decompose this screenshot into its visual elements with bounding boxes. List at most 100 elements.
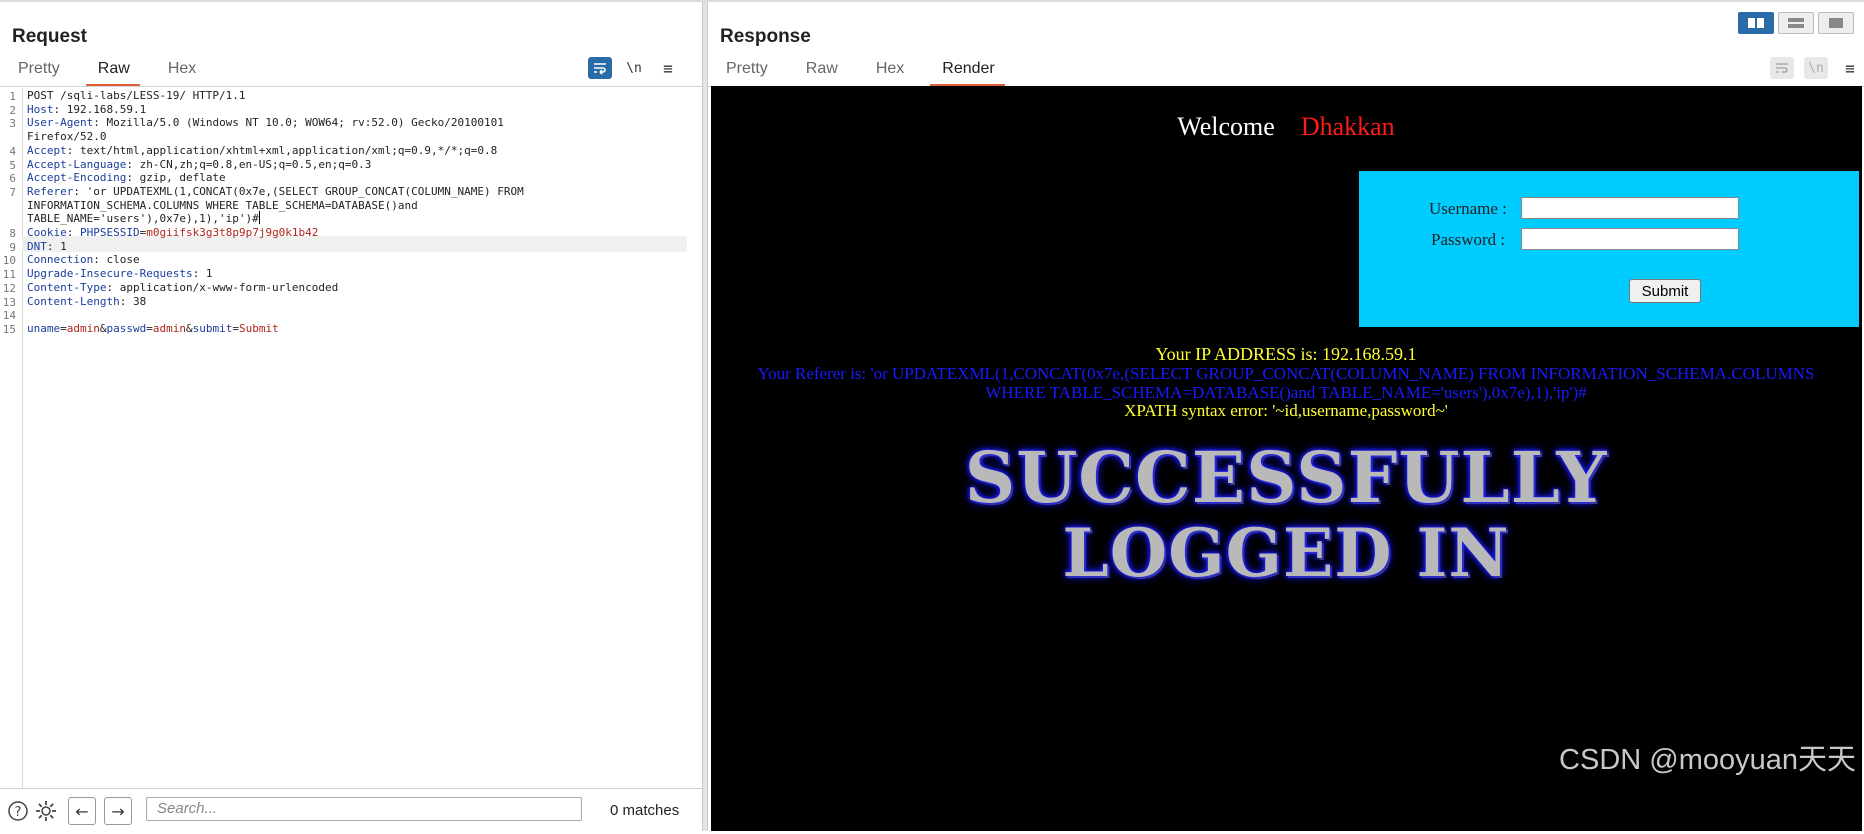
request-title: Request (12, 26, 87, 47)
line-number: 15 (2, 322, 16, 336)
header-key: Cookie (27, 226, 67, 239)
wrap-icon[interactable] (588, 57, 612, 79)
search-input[interactable]: Search... (146, 797, 582, 821)
response-title: Response (720, 26, 811, 47)
code-line: uname=admin&passwd=admin&submit=Submit (27, 321, 279, 337)
success-banner-line1: SUCCESSFULLY (964, 436, 1608, 519)
back-arrow-icon[interactable]: ← (68, 797, 96, 825)
response-pane: Response Pretty Raw Hex Render \n ≡ Welc… (708, 2, 1864, 831)
tab-raw[interactable]: Raw (794, 58, 848, 84)
submit-button[interactable]: Submit (1629, 279, 1701, 303)
request-editor[interactable]: 1 POST /sqli-labs/LESS-19/ HTTP/1.1 2 Host:… (0, 88, 702, 788)
param-separator: & (186, 321, 193, 335)
request-search-bar: ? ← → Search... 0 matches (0, 788, 702, 834)
xpath-error-line: XPATH syntax error: '~id,username,passwo… (1124, 401, 1448, 420)
success-banner-line2: LOGGED IN (1062, 514, 1510, 592)
line-number: 10 (2, 254, 16, 268)
request-tabs: Pretty Raw Hex (6, 58, 222, 87)
user-name: Dhakkan (1300, 112, 1395, 141)
request-toolbar: \n ≡ (588, 57, 680, 79)
param-value: admin (152, 321, 186, 335)
request-pane: Request Pretty Raw Hex \n ≡ 1 POST /sqli-… (0, 2, 702, 834)
header-key: Accept-Encoding (27, 171, 127, 185)
param-equals: = (232, 321, 239, 335)
code-text: INFORMATION_SCHEMA.COLUMNS WHERE TABLE_S… (27, 198, 418, 212)
layout-toggle (1738, 12, 1854, 34)
header-value: : gzip, deflate (126, 171, 226, 185)
password-label: Password : (1431, 230, 1506, 249)
header-key: Content-Length (27, 294, 120, 308)
param-value: Submit (239, 321, 279, 335)
header-value: : zh-CN,zh;q=0.8,en-US;q=0.5,en;q=0.3 (126, 157, 372, 171)
ip-address-line: Your IP ADDRESS is: 192.168.59.1 (1155, 344, 1417, 364)
line-number: 13 (2, 295, 16, 309)
line-number: 1 (9, 90, 16, 103)
layout-side-by-side-icon[interactable] (1738, 12, 1774, 34)
param-value: admin (66, 321, 100, 335)
header-value: : 192.168.59.1 (53, 102, 147, 116)
menu-icon[interactable]: ≡ (656, 57, 680, 79)
header-value: : Mozilla/5.0 (Windows NT 10.0; WOW64; r… (93, 116, 504, 130)
line-number: 3 (9, 117, 16, 131)
header-key: Referer (27, 184, 74, 198)
tab-pretty[interactable]: Pretty (6, 58, 70, 84)
tab-render[interactable]: Render (930, 58, 1005, 87)
header-value: : 1 (46, 239, 67, 253)
header-value: : 38 (119, 294, 147, 308)
login-form: Username : Password : Submit (1359, 171, 1859, 327)
password-input[interactable] (1521, 228, 1739, 250)
header-key: Upgrade-Insecure-Requests (27, 267, 193, 281)
tab-pretty[interactable]: Pretty (714, 58, 778, 84)
line-number: 12 (2, 281, 16, 295)
line-number: 7 (9, 185, 16, 199)
header-key: Connection (27, 253, 94, 267)
code-text: TABLE_NAME='users'),0x7e),1),'ip')# (27, 212, 259, 226)
svg-text:?: ? (15, 805, 22, 820)
line-number: 6 (9, 172, 16, 186)
param-equals: = (146, 321, 153, 335)
newline-icon: \n (1804, 57, 1828, 79)
param-key: passwd (106, 321, 147, 335)
param-separator: & (99, 321, 107, 335)
tabs-divider (0, 86, 702, 87)
line-number: 5 (9, 158, 16, 172)
header-value: : text/html,application/xhtml+xml,applic… (66, 143, 498, 157)
code-text: Firefox/52.0 (27, 130, 107, 144)
match-count: 0 matches (610, 802, 680, 819)
tab-hex[interactable]: Hex (156, 58, 206, 84)
code-text: POST /sqli-labs/LESS-19/ HTTP/1.1 (27, 89, 246, 102)
line-number: 4 (9, 144, 16, 158)
header-key: Accept (27, 143, 67, 157)
param-key: submit (192, 321, 233, 335)
forward-arrow-icon[interactable]: → (104, 797, 132, 825)
line-number: 9 (9, 240, 16, 254)
line-number: 11 (2, 268, 16, 282)
layout-single-icon[interactable] (1818, 12, 1854, 34)
header-key: Accept-Language (27, 157, 127, 171)
line-number: 14 (2, 309, 16, 323)
welcome-text: Welcome (1177, 112, 1275, 141)
code-line: Cookie: PHPSESSID=m0giifsk3g3t8p9p7j9g0k… (27, 225, 318, 241)
cookie-value: m0giifsk3g3t8p9p7j9g0k1b42 (146, 226, 319, 239)
header-key: Content-Type (27, 280, 107, 294)
code-line: Content-Length: 38 (27, 294, 146, 310)
text-caret (258, 211, 260, 225)
csdn-watermark: CSDN @mooyuan天天 (1559, 744, 1856, 776)
newline-icon[interactable]: \n (622, 57, 646, 79)
username-input[interactable] (1521, 197, 1739, 219)
menu-icon[interactable]: ≡ (1838, 57, 1862, 79)
param-equals: = (60, 321, 67, 335)
help-icon[interactable]: ? (6, 799, 30, 823)
tab-raw[interactable]: Raw (85, 58, 140, 87)
layout-stacked-icon[interactable] (1778, 12, 1814, 34)
header-value: : application/x-www-form-urlencoded (106, 280, 339, 294)
line-number: 8 (9, 227, 16, 240)
tab-hex[interactable]: Hex (864, 58, 914, 84)
gear-icon[interactable] (34, 799, 58, 823)
cookie-name: PHPSESSID (73, 226, 140, 239)
wrap-icon (1770, 57, 1794, 79)
welcome-heading: Welcome Dhakkan (711, 112, 1861, 142)
header-value: : 1 (192, 267, 213, 281)
username-label: Username : (1429, 199, 1507, 218)
param-key: uname (27, 321, 61, 335)
